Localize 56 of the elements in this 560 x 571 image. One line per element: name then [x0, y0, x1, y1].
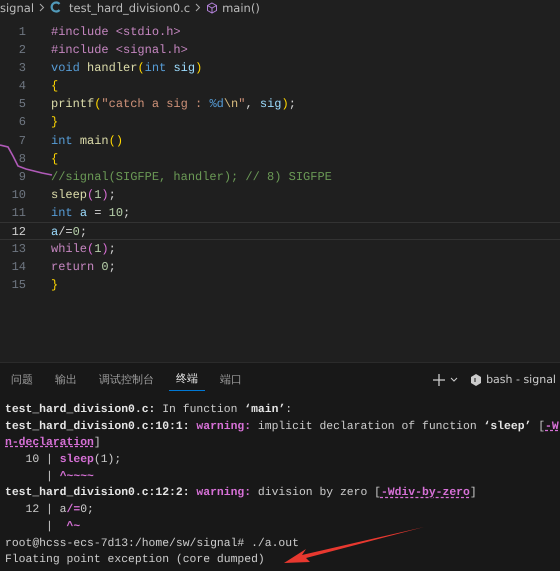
terminal-line: 10 | sleep(1);: [24, 452, 122, 468]
code-line: void handler(int sig): [51, 60, 202, 78]
line-number: 10: [10, 186, 26, 204]
line-number: 9: [18, 168, 26, 186]
panel-tab[interactable]: 输出: [48, 369, 84, 391]
code-line: #include <signal.h>: [51, 42, 188, 60]
code-line: }: [51, 114, 58, 132]
panel-tab[interactable]: 端口: [213, 369, 249, 391]
line-number: 2: [18, 42, 26, 60]
code-line: {: [51, 150, 58, 168]
line-number: 13: [10, 241, 26, 258]
code-line: sleep(1);: [51, 186, 116, 204]
terminal-line: | ^~~~~: [45, 470, 95, 485]
terminal-line: test_hard_division0.c: In function ‘main’:: [5, 402, 294, 418]
terminal-shell-icon: [470, 373, 482, 387]
terminal-line: root@hcss-ecs-7d13:/home/sw/signal# ./a.out: [5, 536, 300, 552]
line-number: 4: [18, 78, 26, 96]
breadcrumb-item[interactable]: signal: [0, 1, 34, 15]
chevron-down-icon[interactable]: [450, 377, 458, 383]
line-number: 5: [18, 96, 26, 114]
terminal-line: test_hard_division0.c:12:2: warning: division by zero [-Wdiv-by-zero]: [5, 486, 478, 502]
terminal-line: | ^~: [45, 520, 82, 535]
new-terminal-button[interactable]: [432, 373, 446, 387]
line-number: 3: [18, 60, 26, 78]
terminal-line: test_hard_division0.c:10:1: warning: implicit declaration of function ‘sleep’ [-W: [5, 420, 560, 435]
code-line: {: [51, 78, 58, 96]
cube-icon: [206, 2, 218, 14]
code-line: int main(): [51, 132, 124, 150]
chevron-right-icon: [39, 3, 46, 12]
line-number: 8: [18, 150, 26, 168]
line-number: 6: [18, 114, 26, 132]
code-line: //signal(SIGFPE, handler); // 8) SIGFPE: [51, 168, 332, 186]
terminal-line: Floating point exception (core dumped): [5, 552, 266, 568]
breadcrumb-item[interactable]: test_hard_division0.c: [69, 1, 190, 15]
code-line: #include <stdio.h>: [51, 24, 181, 41]
breadcrumb-item[interactable]: main(): [222, 1, 260, 15]
code-line: }: [51, 277, 58, 294]
terminal-name[interactable]: bash - signal: [486, 372, 556, 388]
code-line: int a = 10;: [51, 204, 130, 222]
chevron-right-icon: [195, 3, 202, 12]
c-file-icon: [50, 1, 62, 15]
line-number: 11: [10, 204, 26, 222]
line-number: 1: [18, 24, 26, 41]
panel-tab[interactable]: 问题: [4, 369, 40, 391]
panel-tab[interactable]: 终端: [169, 369, 205, 391]
terminal-line: 12 | a/=0;: [24, 502, 95, 518]
line-number: 14: [10, 259, 26, 276]
code-line: while(1);: [51, 241, 116, 258]
terminal-line: n-declaration]: [5, 436, 102, 452]
code-line: return 0;: [51, 259, 116, 276]
code-line: printf("catch a sig : %d\n", sig);: [51, 96, 296, 114]
code-line: a/=0;: [51, 224, 88, 240]
line-number: 12: [10, 224, 26, 240]
panel-tab[interactable]: 调试控制台: [92, 369, 161, 391]
line-number: 15: [10, 277, 26, 294]
line-number: 7: [18, 132, 26, 150]
